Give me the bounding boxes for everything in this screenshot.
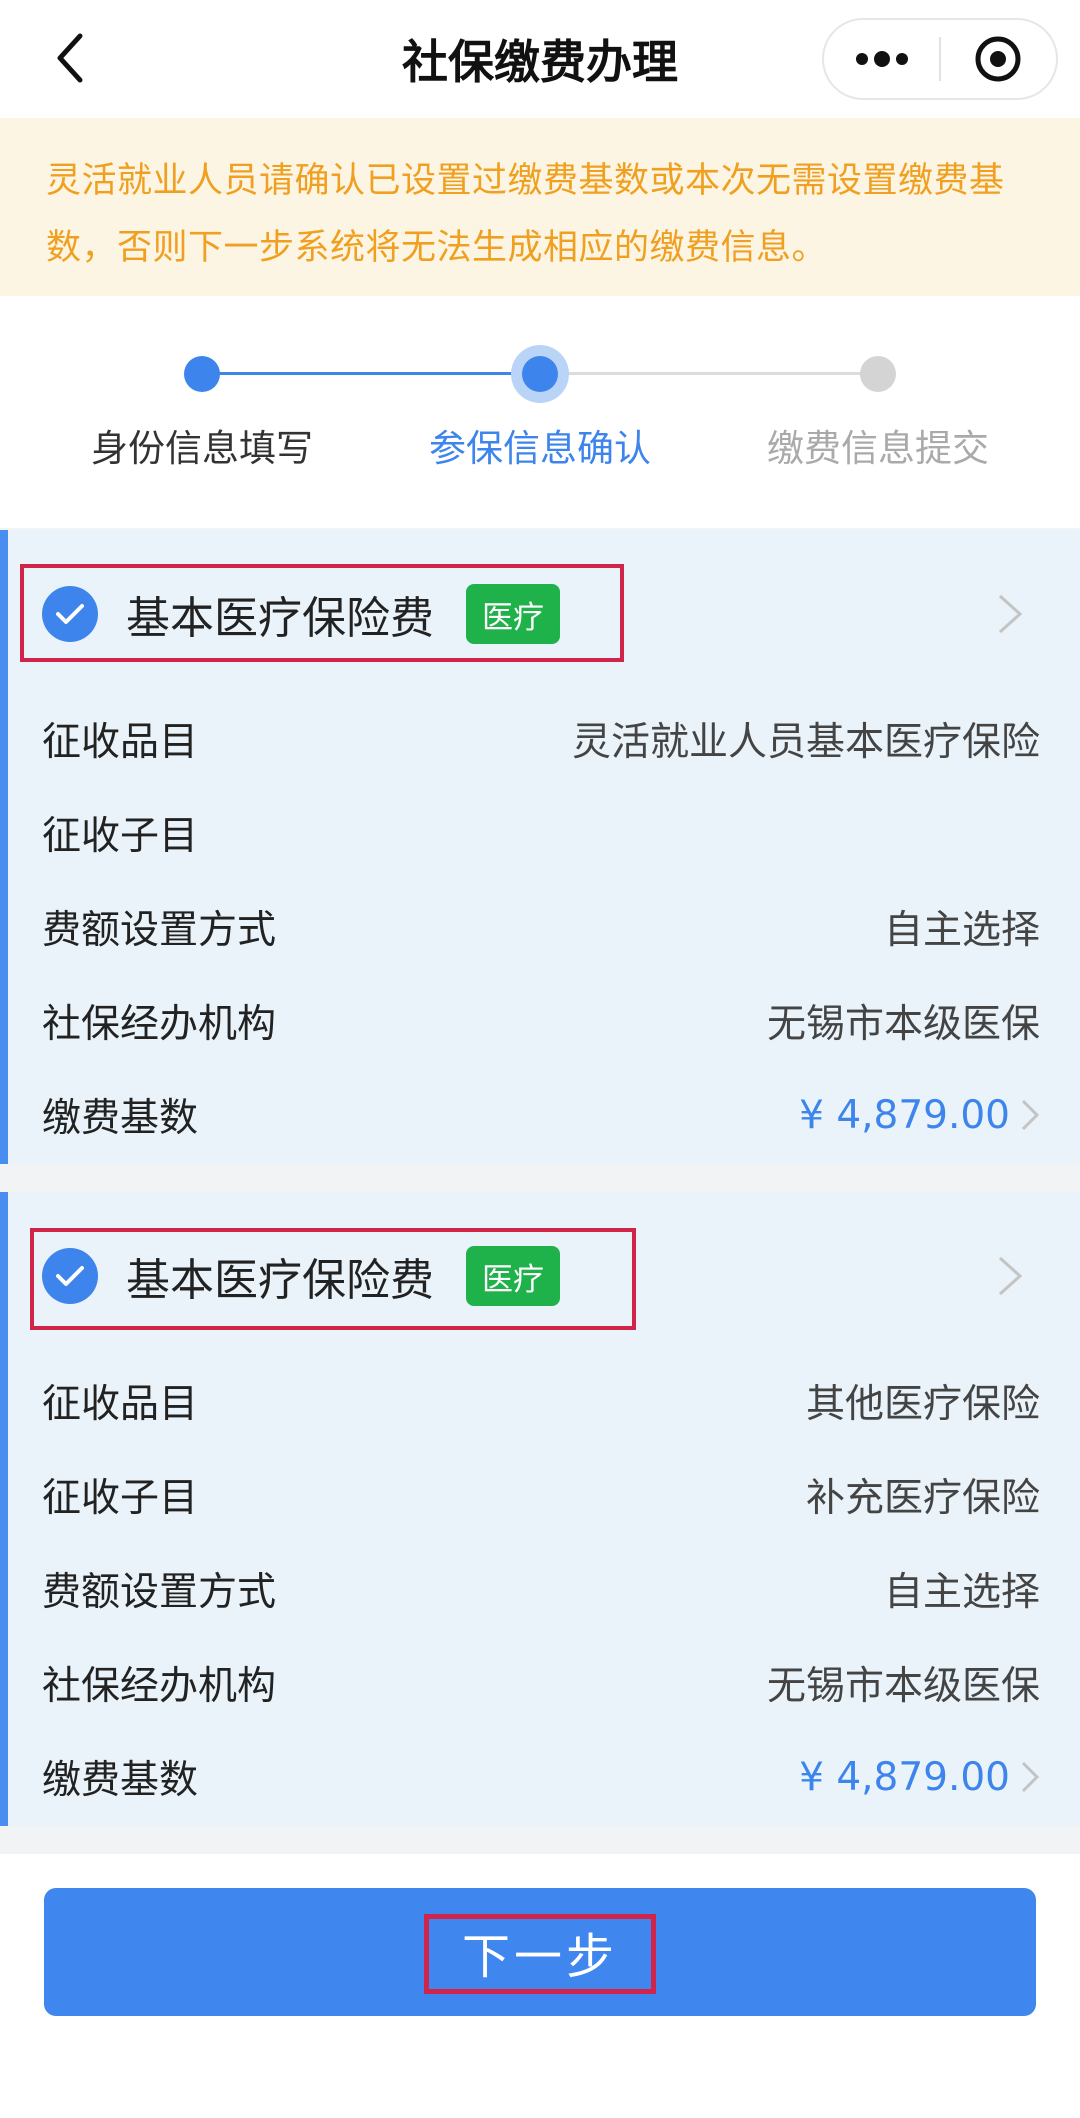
check-icon	[56, 604, 84, 624]
card-header[interactable]: 基本医疗保险费 医疗	[8, 530, 1080, 680]
step-dot-pending	[860, 356, 896, 392]
contribution-base-value[interactable]: ¥ 4,879.00	[799, 1755, 1040, 1800]
step-line-pending	[540, 372, 878, 375]
next-step-button[interactable]: 下一步	[44, 1888, 1036, 2016]
contribution-base-value[interactable]: ¥ 4,879.00	[799, 1093, 1040, 1138]
step-label-identity: 身份信息填写	[91, 427, 313, 470]
medical-tag: 医疗	[466, 584, 560, 644]
row-value: ¥ 4,879.00	[799, 1754, 1010, 1800]
row-label: 征收品目	[42, 720, 199, 765]
row-value: ¥ 4,879.00	[799, 1092, 1010, 1138]
progress-steps: 身份信息填写 参保信息确认 缴费信息提交	[0, 296, 1080, 528]
row-value: 灵活就业人员基本医疗保险	[571, 720, 1040, 765]
chevron-right-icon[interactable]	[996, 1254, 1026, 1298]
row-collection-item: 征收品目 灵活就业人员基本医疗保险	[8, 692, 1080, 786]
row-fee-setting-method: 费额设置方式 自主选择	[8, 1542, 1080, 1636]
step-label-confirm: 参保信息确认	[429, 427, 651, 470]
row-label: 征收子目	[42, 1476, 199, 1521]
row-value: 自主选择	[883, 1570, 1040, 1615]
step-dot-done	[184, 356, 220, 392]
close-miniprogram-button[interactable]	[941, 20, 1056, 98]
step-label-submit: 缴费信息提交	[767, 427, 989, 470]
row-label: 费额设置方式	[42, 1570, 277, 1615]
chevron-left-icon	[57, 33, 83, 83]
row-label: 社保经办机构	[42, 1002, 277, 1047]
row-fee-setting-method: 费额设置方式 自主选择	[8, 880, 1080, 974]
chevron-right-icon	[1021, 1761, 1040, 1793]
nav-bar: 社保缴费办理	[0, 0, 1080, 118]
card-title: 基本医疗保险费	[126, 1255, 434, 1306]
row-value: 无锡市本级医保	[766, 1664, 1040, 1709]
row-value: 无锡市本级医保	[766, 1002, 1040, 1047]
row-value: 补充医疗保险	[805, 1476, 1040, 1521]
row-label: 社保经办机构	[42, 1664, 277, 1709]
row-collection-subitem: 征收子目 补充医疗保险	[8, 1448, 1080, 1542]
step-dot-current	[522, 356, 558, 392]
checkbox-checked[interactable]	[42, 1248, 98, 1304]
row-label: 缴费基数	[42, 1758, 199, 1803]
more-dots-icon	[855, 51, 908, 67]
row-label: 征收子目	[42, 814, 199, 859]
card-title: 基本医疗保险费	[126, 593, 434, 644]
medical-tag: 医疗	[466, 1246, 560, 1306]
chevron-right-icon	[1021, 1099, 1040, 1131]
row-value: 其他医疗保险	[805, 1382, 1040, 1427]
bottom-bar: 下一步	[0, 1854, 1080, 2118]
row-contribution-base[interactable]: 缴费基数 ¥ 4,879.00	[8, 1730, 1080, 1824]
notice-banner: 灵活就业人员请确认已设置过缴费基数或本次无需设置缴费基数，否则下一步系统将无法生…	[0, 118, 1080, 296]
row-contribution-base[interactable]: 缴费基数 ¥ 4,879.00	[8, 1068, 1080, 1162]
step-line-done	[202, 372, 540, 375]
target-circle-icon	[975, 36, 1021, 82]
row-agency: 社保经办机构 无锡市本级医保	[8, 1636, 1080, 1730]
row-agency: 社保经办机构 无锡市本级医保	[8, 974, 1080, 1068]
row-collection-subitem: 征收子目	[8, 786, 1080, 880]
more-button[interactable]	[824, 20, 939, 98]
back-button[interactable]	[40, 28, 100, 88]
row-label: 费额设置方式	[42, 908, 277, 953]
mini-program-capsule	[822, 18, 1058, 100]
row-value: 自主选择	[883, 908, 1040, 953]
insurance-card[interactable]: 基本医疗保险费 医疗 征收品目 灵活就业人员基本医疗保险 征收子目 费额设置方式…	[0, 530, 1080, 1164]
insurance-card[interactable]: 基本医疗保险费 医疗 征收品目 其他医疗保险 征收子目 补充医疗保险 费额设置方…	[0, 1192, 1080, 1826]
checkbox-checked[interactable]	[42, 586, 98, 642]
row-label: 缴费基数	[42, 1096, 199, 1141]
row-label: 征收品目	[42, 1382, 199, 1427]
chevron-right-icon[interactable]	[996, 592, 1026, 636]
check-icon	[56, 1266, 84, 1286]
card-header[interactable]: 基本医疗保险费 医疗	[8, 1192, 1080, 1342]
row-collection-item: 征收品目 其他医疗保险	[8, 1354, 1080, 1448]
